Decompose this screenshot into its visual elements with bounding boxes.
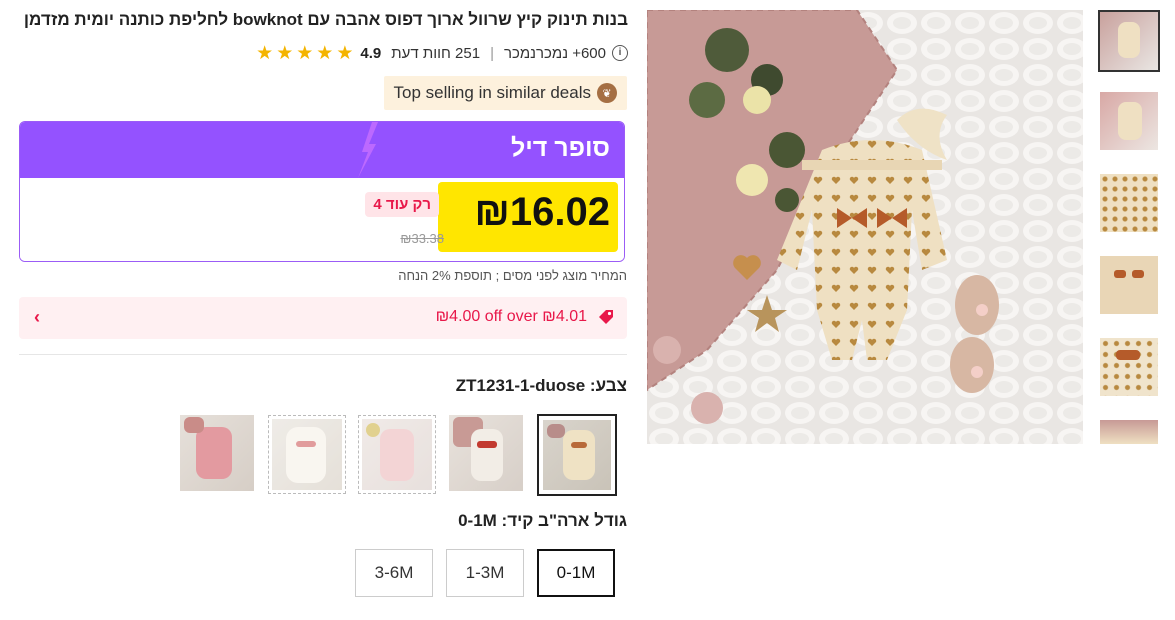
sale-price: ₪16.02 bbox=[474, 190, 610, 234]
size-option-3-6m[interactable]: 3-6M bbox=[355, 549, 433, 597]
sold-count: 600+ נמכרנמכר bbox=[503, 44, 606, 62]
product-photo bbox=[647, 10, 1083, 444]
star-icon: ★ bbox=[276, 42, 295, 64]
color-swatch-white-lace[interactable] bbox=[268, 415, 346, 494]
lightning-icon bbox=[358, 122, 378, 178]
size-option-1-3m[interactable]: 1-3M bbox=[446, 549, 524, 597]
original-price: ₪33.38 bbox=[400, 231, 444, 246]
top-selling-label: Top selling in similar deals bbox=[393, 83, 591, 102]
reviews-link[interactable]: 251 חוות דעת bbox=[391, 45, 480, 62]
separator: | bbox=[490, 44, 494, 62]
color-swatch-beige-hearts[interactable] bbox=[537, 414, 617, 496]
star-icon: ★ bbox=[336, 42, 355, 64]
color-label: צבע: ZT1231-1-duose bbox=[455, 376, 627, 395]
divider bbox=[19, 354, 627, 355]
thumbnail-2[interactable] bbox=[1100, 92, 1158, 150]
super-deal-header: סופר דיל bbox=[20, 122, 624, 178]
info-icon[interactable]: i bbox=[612, 45, 628, 61]
super-deal-body: ₪16.02 רק עוד 4 ₪33.38 bbox=[20, 178, 624, 261]
color-swatch-pink-floral[interactable] bbox=[358, 415, 436, 494]
thumbnail-6[interactable] bbox=[1100, 420, 1158, 444]
coupon-banner[interactable]: ₪4.00 off over ₪4.01 ‹ bbox=[19, 297, 627, 339]
product-title: בנות תינוק קיץ שרוול ארוך דפוס אהבה עם b… bbox=[23, 10, 628, 29]
leaf-icon: ❦ bbox=[597, 83, 617, 103]
rating-value: 4.9 bbox=[360, 44, 382, 62]
coupon-text: ₪4.00 off over ₪4.01 bbox=[435, 308, 587, 325]
tax-note: המחיר מוצג לפני מסים ; תוספת 2% הנחה bbox=[398, 268, 627, 283]
rating-row: ★ ★ ★ ★ ★ 4.9 251 חוות דעת | 600+ נמכרנמ… bbox=[256, 42, 628, 64]
stock-left-badge: רק עוד 4 bbox=[365, 192, 439, 217]
super-deal-title: סופר דיל bbox=[510, 134, 610, 162]
size-option-0-1m[interactable]: 0-1M bbox=[537, 549, 615, 597]
thumbnail-1[interactable] bbox=[1098, 10, 1160, 72]
star-rating[interactable]: ★ ★ ★ ★ ★ bbox=[256, 42, 354, 65]
tag-icon bbox=[599, 310, 613, 324]
color-swatch-pink-solid[interactable] bbox=[180, 415, 254, 491]
color-swatch-pink-knit-red[interactable] bbox=[449, 415, 523, 491]
size-label: גודל ארה"ב קיד: 0-1M bbox=[458, 511, 627, 530]
star-icon: ★ bbox=[296, 42, 315, 64]
thumbnail-3[interactable] bbox=[1100, 174, 1158, 232]
star-icon: ★ bbox=[316, 42, 335, 64]
main-product-image[interactable] bbox=[647, 10, 1083, 444]
top-selling-badge[interactable]: Top selling in similar deals ❦ bbox=[383, 76, 627, 110]
thumbnail-5[interactable] bbox=[1100, 338, 1158, 396]
chevron-left-icon[interactable]: ‹ bbox=[34, 307, 40, 328]
thumbnail-4[interactable] bbox=[1100, 256, 1158, 314]
super-deal-box: סופר דיל ₪16.02 רק עוד 4 ₪33.38 bbox=[19, 121, 625, 262]
star-icon: ★ bbox=[256, 42, 275, 64]
